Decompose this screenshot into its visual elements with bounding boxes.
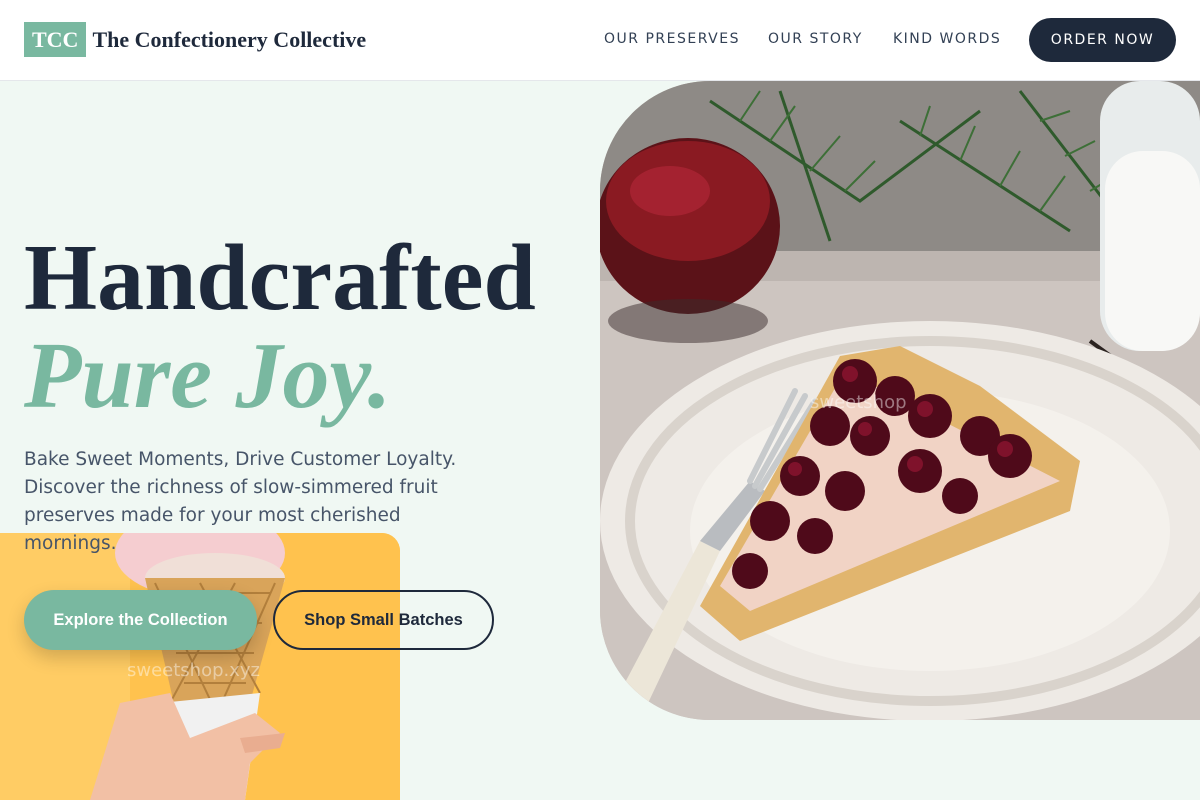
nav-link-story[interactable]: OUR STORY [768, 31, 863, 47]
nav-link-preserves[interactable]: OUR PRESERVES [604, 31, 740, 47]
logo-badge: TCC [24, 22, 87, 57]
logo[interactable]: TCC The Confectionery Collective [24, 22, 366, 57]
shop-small-batches-button[interactable]: Shop Small Batches [273, 590, 494, 650]
logo-text: The Confectionery Collective [92, 26, 367, 52]
nav-link-kind-words[interactable]: KIND WORDS [893, 31, 1001, 47]
watermark-tart: sweetshop [810, 392, 907, 413]
site-header: TCC The Confectionery Collective OUR PRE… [0, 0, 1200, 81]
order-now-button[interactable]: ORDER NOW [1029, 18, 1176, 62]
hero-lead-text: Bake Sweet Moments, Drive Customer Loyal… [24, 449, 457, 554]
explore-collection-button[interactable]: Explore the Collection [24, 590, 257, 650]
watermark-cone: sweetshop.xyz [127, 660, 261, 681]
hero-headline-line1: Handcrafted [24, 226, 536, 330]
hero-headline-line2: Pure Joy. [24, 324, 392, 428]
